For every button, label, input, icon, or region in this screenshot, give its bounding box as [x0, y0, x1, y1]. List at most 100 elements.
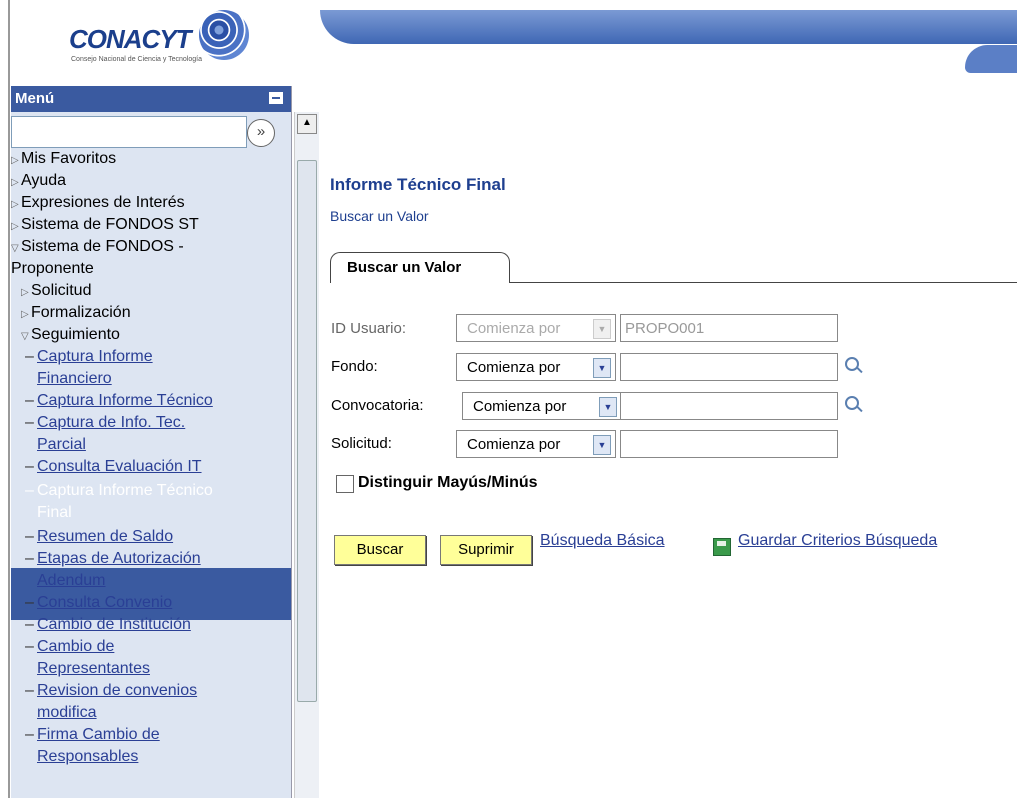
menu-link-label: Resumen de Saldo — [37, 528, 174, 545]
menu-item-ayuda[interactable]: ▷ Ayuda — [11, 172, 66, 190]
window-edge-line — [8, 0, 10, 798]
menu-link-label: Cambio de Institución — [37, 616, 191, 633]
tab-buscar-un-valor[interactable]: Buscar un Valor — [330, 252, 510, 283]
menu-item-expresiones[interactable]: ▷ Expresiones de Interés — [11, 194, 185, 212]
menu-link-etapas-autorizacion-cont[interactable]: Adendum — [37, 572, 106, 590]
header-banner — [320, 10, 1017, 44]
menu-item-label: Sistema de FONDOS - — [21, 238, 184, 255]
menu-item-captura-informe-tecnico-final[interactable]: – Captura Informe Técnico — [25, 482, 213, 500]
menu-link-label: Etapas de Autorización — [37, 550, 201, 567]
clear-button[interactable]: Suprimir — [440, 535, 532, 565]
scrollbar-thumb[interactable] — [297, 160, 317, 702]
header-banner-corner — [965, 45, 1017, 73]
menu-item-label: Proponente — [11, 260, 94, 277]
page-title: Informe Técnico Final — [330, 175, 506, 194]
chevron-down-icon: ▼ — [593, 319, 611, 339]
menu-link-firma-cambio-cont[interactable]: Responsables — [37, 748, 138, 766]
save-criteria-link[interactable]: Guardar Criterios Búsqueda — [738, 532, 937, 550]
bullet-dash: – — [25, 726, 34, 743]
menu-link-label: Firma Cambio de — [37, 726, 160, 743]
menu-link-label: Consulta Evaluación IT — [37, 458, 202, 475]
menu-item-captura-informe-tecnico-final-cont[interactable]: Final — [37, 504, 72, 522]
bullet-dash: – — [25, 550, 34, 567]
case-sensitive-label: Distinguir Mayús/Minús — [358, 474, 538, 491]
scroll-up-arrow-icon[interactable]: ▲ — [297, 114, 317, 134]
menu-link-captura-info-tec-parcial[interactable]: – Captura de Info. Tec. — [25, 414, 185, 432]
menu-link-label: Adendum — [37, 572, 106, 589]
select-value: Comienza por — [473, 398, 567, 415]
menu-item-fondos-st[interactable]: ▷ Sistema de FONDOS ST — [11, 216, 199, 234]
menu-link-label: Captura Informe — [37, 348, 153, 365]
page-subtitle: Buscar un Valor — [330, 208, 429, 224]
menu-link-label: Cambio de — [37, 638, 115, 655]
menu-item-seguimiento[interactable]: ▽ Seguimiento — [21, 326, 120, 344]
menu-scrollbar[interactable]: ▲ — [294, 112, 319, 798]
bullet-dash: – — [25, 414, 34, 431]
menu-link-revision-convenios-cont[interactable]: modifica — [37, 704, 97, 722]
user-id-input: PROPO001 — [620, 314, 838, 342]
input-value: PROPO001 — [625, 320, 705, 337]
menu-link-captura-informe-financiero-cont[interactable]: Financiero — [37, 370, 112, 388]
menu-link-revision-convenios[interactable]: – Revision de convenios — [25, 682, 197, 700]
menu-link-cambio-representantes[interactable]: – Cambio de — [25, 638, 114, 656]
expand-arrow-icon: ▷ — [21, 287, 29, 298]
menu-item-label: Mis Favoritos — [21, 150, 117, 167]
expand-arrow-icon: ▷ — [11, 155, 19, 166]
menu-item-label: Final — [37, 504, 72, 521]
bullet-dash: – — [25, 638, 34, 655]
menu-link-etapas-autorizacion[interactable]: – Etapas de Autorización — [25, 550, 201, 568]
menu-link-cambio-institucion[interactable]: – Cambio de Institución — [25, 616, 191, 634]
menu-link-captura-informe-financiero[interactable]: – Captura Informe — [25, 348, 153, 366]
menu-link-label: Captura Informe Técnico — [37, 392, 213, 409]
menu-item-label: Solicitud — [31, 282, 92, 299]
menu-link-consulta-convenio[interactable]: – Consulta Convenio — [25, 594, 172, 612]
chevron-down-icon[interactable]: ▼ — [599, 397, 617, 417]
fondo-lookup-search-icon[interactable] — [845, 357, 863, 375]
menu-link-cambio-representantes-cont[interactable]: Representantes — [37, 660, 150, 678]
menu-item-mis-favoritos[interactable]: ▷ Mis Favoritos — [11, 150, 116, 168]
select-value: Comienza por — [467, 436, 561, 453]
case-sensitive-checkbox[interactable] — [336, 475, 354, 493]
basic-search-link[interactable]: Búsqueda Básica — [540, 532, 665, 550]
bullet-dash: – — [25, 392, 34, 409]
search-button[interactable]: Buscar — [334, 535, 426, 565]
bullet-dash: – — [25, 348, 34, 365]
solicitud-label: Solicitud: — [331, 435, 392, 452]
menu-item-label: Ayuda — [21, 172, 67, 189]
logo-text: CONACYT — [69, 24, 192, 54]
convocatoria-lookup-search-icon[interactable] — [845, 396, 863, 414]
menu-item-formalizacion[interactable]: ▷ Formalización — [21, 304, 131, 322]
save-disk-icon[interactable] — [713, 538, 731, 556]
menu-title: Menú — [15, 90, 55, 107]
select-value: Comienza por — [467, 320, 561, 337]
collapse-menu-icon[interactable] — [269, 92, 283, 104]
fondo-input[interactable] — [620, 353, 838, 381]
menu-link-firma-cambio[interactable]: – Firma Cambio de — [25, 726, 160, 744]
menu-link-captura-informe-tecnico[interactable]: – Captura Informe Técnico — [25, 392, 213, 410]
menu-link-resumen-saldo[interactable]: – Resumen de Saldo — [25, 528, 173, 546]
solicitud-input[interactable] — [620, 430, 838, 458]
menu-search-go-button[interactable]: » — [247, 119, 275, 147]
menu-search-input[interactable] — [11, 116, 247, 148]
solicitud-operator-select[interactable]: Comienza por ▼ — [456, 430, 616, 458]
chevron-down-icon[interactable]: ▼ — [593, 358, 611, 378]
convocatoria-input[interactable] — [620, 392, 838, 420]
menu-item-label: Expresiones de Interés — [21, 194, 185, 211]
menu-item-label: Seguimiento — [31, 326, 120, 343]
menu-link-label: Consulta Convenio — [37, 594, 173, 611]
menu-link-label: modifica — [37, 704, 97, 721]
menu-link-label: Captura de Info. Tec. — [37, 414, 186, 431]
bullet-dash: – — [25, 458, 34, 475]
menu-item-fondos-proponente-cont[interactable]: Proponente — [11, 260, 94, 278]
menu-link-captura-info-tec-parcial-cont[interactable]: Parcial — [37, 436, 86, 454]
chevron-down-icon[interactable]: ▼ — [593, 435, 611, 455]
menu-link-label: Responsables — [37, 748, 139, 765]
bullet-dash: – — [25, 528, 34, 545]
menu-item-fondos-proponente[interactable]: ▽ Sistema de FONDOS - — [11, 238, 184, 256]
convocatoria-operator-select[interactable]: Comienza por ▼ — [462, 392, 622, 420]
menu-item-solicitud[interactable]: ▷ Solicitud — [21, 282, 91, 300]
fondo-operator-select[interactable]: Comienza por ▼ — [456, 353, 616, 381]
convocatoria-label: Convocatoria: — [331, 397, 424, 414]
menu-link-consulta-evaluacion[interactable]: – Consulta Evaluación IT — [25, 458, 202, 476]
expand-arrow-icon: ▷ — [11, 199, 19, 210]
